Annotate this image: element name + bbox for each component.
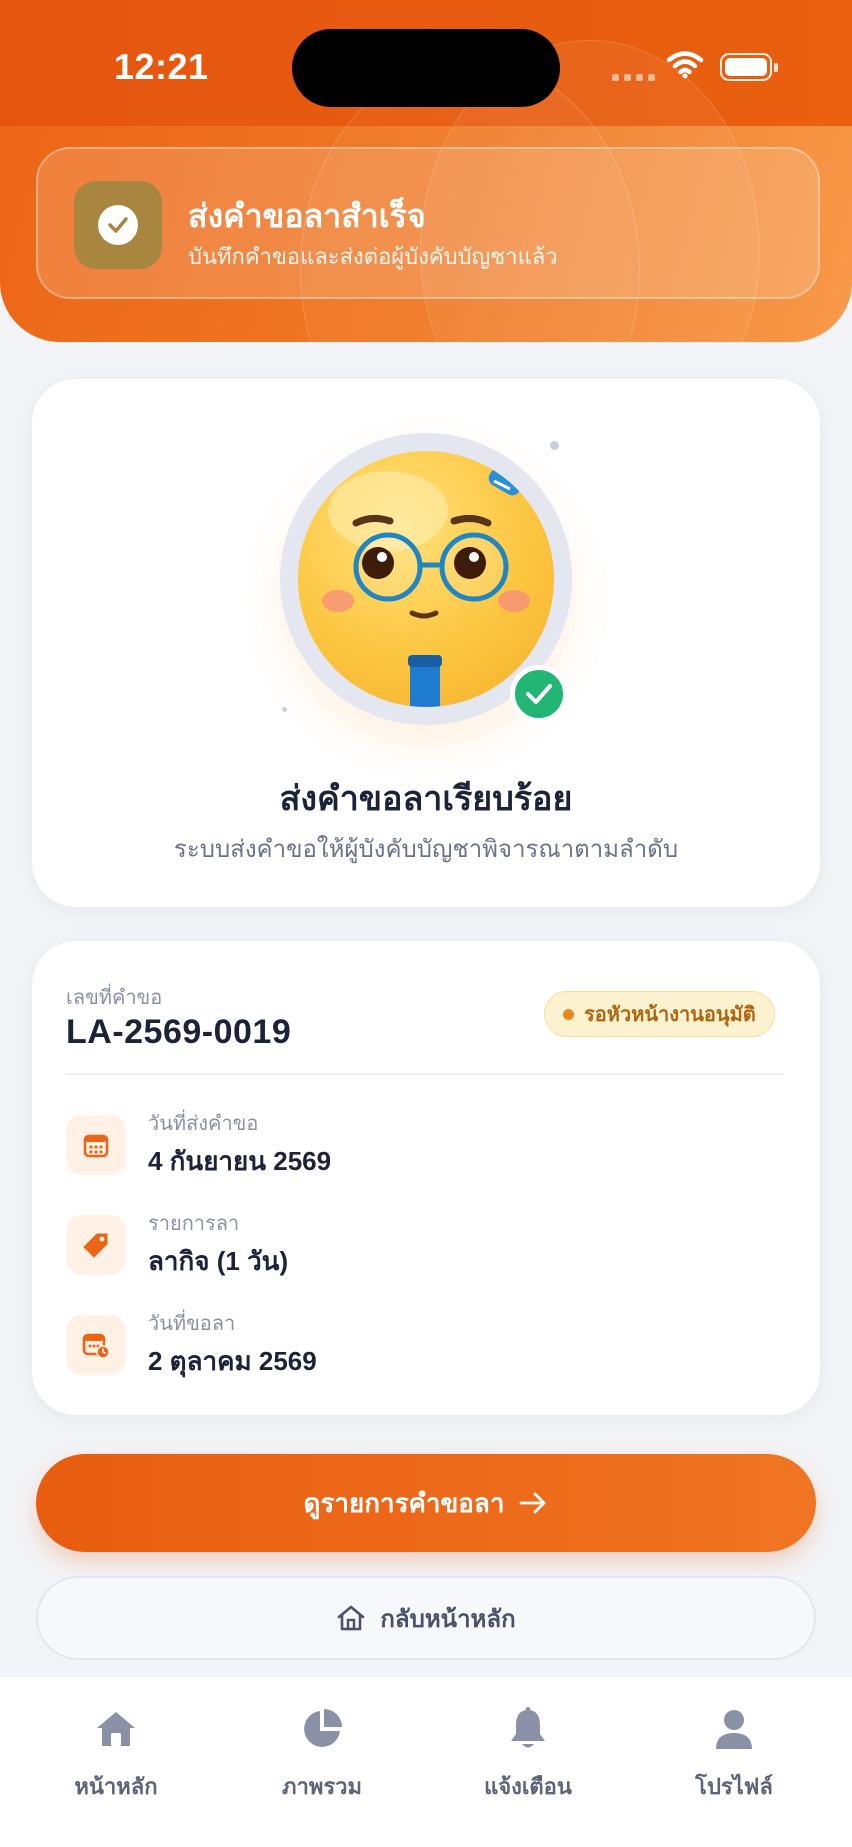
divider [66, 1073, 784, 1075]
detail-label: วันที่ขอลา [148, 1313, 236, 1335]
battery-icon [720, 53, 778, 81]
success-toast: ส่งคำขอลาสำเร็จ บันทึกคำขอและส่งต่อผู้บั… [36, 147, 820, 299]
toast-title: ส่งคำขอลาสำเร็จ [188, 198, 426, 234]
status-badge: รอหัวหน้างานอนุมัติ [544, 991, 775, 1037]
detail-value: 2 ตุลาคม 2569 [148, 1346, 317, 1376]
confirmation-card: ส่งคำขอลาเรียบร้อย ระบบส่งคำขอให้ผู้บังค… [32, 379, 820, 907]
tab-overview[interactable]: ภาพรวม [242, 1701, 402, 1804]
tab-label: หน้าหลัก [74, 1774, 158, 1799]
confirmation-subtitle: ระบบส่งคำขอให้ผู้บังคับบัญชาพิจารณาตามลำ… [173, 836, 679, 863]
tag-icon [66, 1215, 126, 1275]
detail-label: วันที่ส่งคำขอ [148, 1113, 259, 1135]
arrow-right-icon [520, 1492, 546, 1514]
header: 12:21 ส่งคำขอลาสำเร็จ บันทึกคำขอและส่งต่… [0, 0, 852, 342]
bell-icon [448, 1701, 608, 1757]
request-details-card: เลขที่คำขอ LA-2569-0019 รอหัวหน้างานอนุม… [32, 941, 820, 1415]
emoji-face-icon [298, 451, 554, 707]
home-icon [36, 1701, 196, 1757]
signal-icon [612, 74, 655, 81]
back-home-label: กลับหน้าหลัก [380, 1605, 516, 1633]
status-time: 12:21 [114, 46, 209, 87]
verified-check-icon [510, 665, 568, 723]
user-icon [654, 1701, 814, 1757]
detail-row-leave-type: รายการลา ลากิจ (1 วัน) [66, 1205, 766, 1285]
dynamic-island [292, 29, 560, 107]
detail-row-submit-date: วันที่ส่งคำขอ 4 กันยายน 2569 [66, 1105, 766, 1185]
tab-profile[interactable]: โปรไฟล์ [654, 1701, 814, 1804]
tab-label: โปรไฟล์ [695, 1774, 773, 1799]
leave-submitted-screen: 12:21 ส่งคำขอลาสำเร็จ บันทึกคำขอและส่งต่… [0, 0, 852, 1847]
tab-label: ภาพรวม [281, 1774, 363, 1799]
check-circle-icon [74, 181, 162, 269]
detail-value: 4 กันยายน 2569 [148, 1146, 332, 1176]
decoration-dot [282, 707, 287, 712]
status-dot [563, 1008, 574, 1020]
view-leave-requests-button[interactable]: ดูรายการคำขอลา [36, 1454, 816, 1552]
detail-value: ลากิจ (1 วัน) [148, 1246, 289, 1276]
pie-chart-icon [242, 1701, 402, 1757]
request-number: LA-2569-0019 [66, 1013, 292, 1051]
view-leave-requests-label: ดูรายการคำขอลา [303, 1487, 505, 1518]
request-number-label: เลขที่คำขอ [66, 987, 163, 1009]
detail-row-leave-date: วันที่ขอลา 2 ตุลาคม 2569 [66, 1305, 766, 1385]
tab-notifications[interactable]: แจ้งเตือน [448, 1701, 608, 1804]
tab-label: แจ้งเตือน [484, 1774, 572, 1799]
calendar-icon [66, 1115, 126, 1175]
wifi-icon [666, 51, 704, 79]
calendar-clock-icon [66, 1315, 126, 1375]
decoration-dot [550, 441, 559, 450]
toast-subtitle: บันทึกคำขอและส่งต่อผู้บังคับบัญชาแล้ว [188, 244, 558, 269]
detail-label: รายการลา [148, 1213, 240, 1235]
home-icon [338, 1605, 365, 1631]
back-home-button[interactable]: กลับหน้าหลัก [36, 1576, 816, 1660]
status-text: รอหัวหน้างานอนุมัติ [584, 1004, 756, 1026]
bottom-tab-bar: หน้าหลัก ภาพรวม แจ้งเตือน โปรไฟล์ [0, 1676, 852, 1847]
tab-home[interactable]: หน้าหลัก [36, 1701, 196, 1804]
confirmation-title: ส่งคำขอลาเรียบร้อย [279, 780, 573, 818]
